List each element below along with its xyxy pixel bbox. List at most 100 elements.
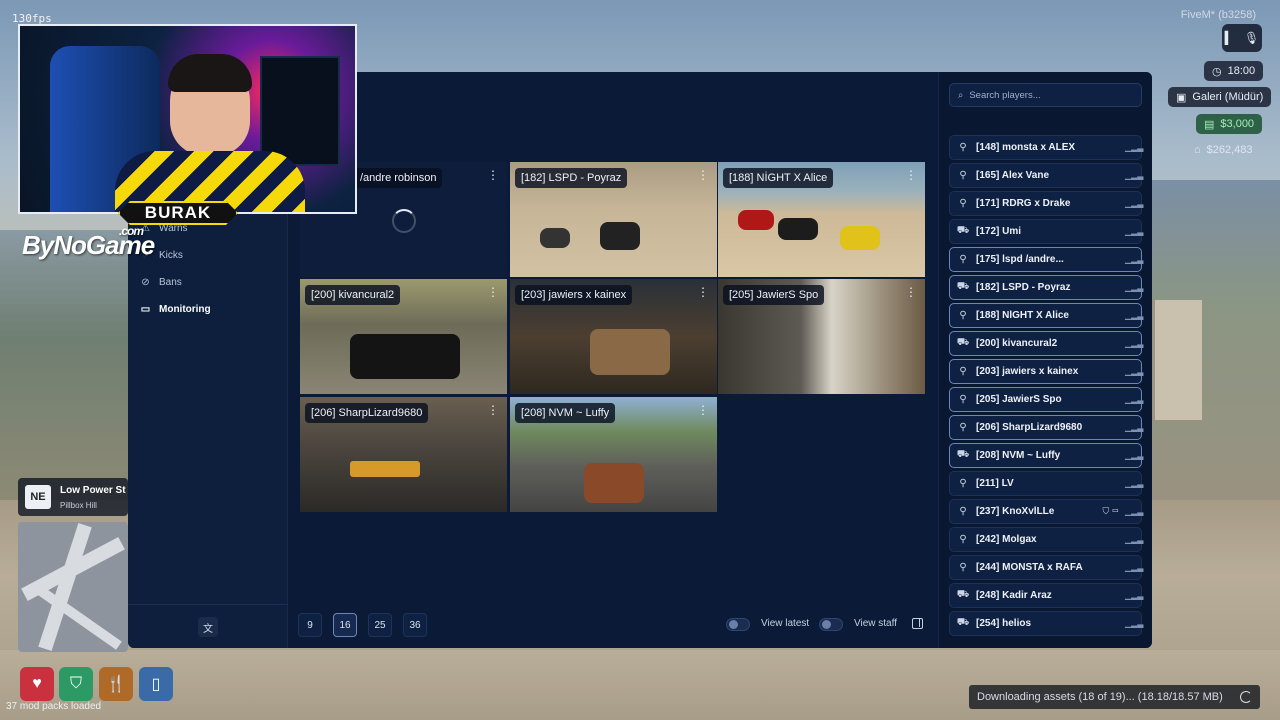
- player-row[interactable]: ⛟ [208] NVM ~ Luffy ▁▂▃: [949, 443, 1143, 468]
- cash-amount: $3,000: [1220, 118, 1255, 130]
- bank-icon: ⌂: [1194, 144, 1201, 156]
- location-display: NE Low Power St Pillbox Hill: [18, 478, 128, 516]
- page-size-9[interactable]: 9: [298, 613, 322, 637]
- player-row[interactable]: ⚲ [203] jawiers x kainex ▁▂▃: [949, 359, 1144, 384]
- view-staff-toggle[interactable]: [819, 618, 843, 631]
- more-icon[interactable]: ⋮: [697, 286, 709, 298]
- monitor-tile[interactable]: [206] SharpLizard9680 ⋮: [300, 397, 507, 512]
- game-world-building: [1152, 300, 1202, 420]
- signal-icon: ▁▂▃: [1125, 535, 1144, 544]
- player-row[interactable]: ⚲ [244] MONSTA x RAFA ▁▂▃: [949, 555, 1143, 580]
- more-icon[interactable]: ⋮: [697, 169, 709, 181]
- monitor-tile[interactable]: [208] NVM ~ Luffy ⋮: [510, 397, 717, 512]
- player-name: [248] Kadir Araz: [976, 590, 1052, 601]
- clock-pill: ◷ 18:00: [1204, 61, 1264, 81]
- hunger-icon: 🍴: [99, 667, 133, 701]
- walk-icon: ⚲: [959, 534, 967, 545]
- signal-icon: ▁▂▃: [1125, 367, 1144, 376]
- watermark-logo: ByNoGame .com: [22, 224, 155, 261]
- car-icon: ⛟: [956, 449, 970, 460]
- player-row[interactable]: ⚲ [211] LV ▁▂▃: [949, 471, 1143, 496]
- player-row[interactable]: ⚲ [237] KnoXvlLLe ⛉ ▭ ▁▂▃: [949, 499, 1143, 524]
- player-row[interactable]: ⛟ [254] helios ▁▂▃: [949, 611, 1144, 636]
- search-placeholder: Search players...: [969, 89, 1041, 101]
- game-world-left: [0, 230, 130, 500]
- loading-spinner: [392, 209, 416, 233]
- player-row[interactable]: ⛟ [200] kivancural2 ▁▂▃: [949, 331, 1143, 356]
- player-name: [211] LV: [976, 478, 1014, 489]
- page-size-25[interactable]: 25: [368, 613, 392, 637]
- view-staff-label: View staff: [854, 618, 897, 629]
- more-icon[interactable]: ⋮: [487, 169, 499, 181]
- car-icon: ⛟: [956, 337, 970, 348]
- tile-label: [182] LSPD - Poyraz: [515, 168, 628, 188]
- sidebar-item-kicks[interactable]: ◔ Kicks: [138, 244, 278, 266]
- player-row[interactable]: ⚲ [165] Alex Vane ▁▂▃: [949, 163, 1143, 188]
- monitor-tile[interactable]: [203] jawiers x kainex ⋮: [510, 279, 717, 394]
- translate-icon[interactable]: 文: [198, 617, 218, 637]
- player-row[interactable]: ⚲ [188] NİGHT X Alice ▁▂▃: [949, 303, 1144, 328]
- player-row[interactable]: ⚲ [205] JawierS Spo ▁▂▃: [949, 387, 1144, 412]
- more-icon[interactable]: ⋮: [487, 286, 499, 298]
- player-name: [171] RDRG x Drake: [976, 198, 1071, 209]
- player-row[interactable]: ⚲ [148] monsta x ALEX ▁▂▃: [949, 135, 1144, 160]
- page-size-16[interactable]: 16: [333, 613, 357, 637]
- clock-time: 18:00: [1227, 65, 1256, 77]
- player-name: [206] SharpLizard9680: [976, 422, 1083, 433]
- player-name: [182] LSPD - Poyraz: [976, 282, 1071, 293]
- player-row[interactable]: ⛟ [182] LSPD - Poyraz ▁▂▃: [949, 275, 1143, 300]
- search-input[interactable]: ⌕ Search players...: [949, 83, 1142, 107]
- voice-indicator: ▍ 🎙: [1222, 24, 1262, 52]
- monitor-tile[interactable]: [188] NİGHT X Alice ⋮: [718, 162, 925, 277]
- ban-icon: ⊘: [141, 276, 150, 288]
- street-name: Low Power St: [60, 485, 126, 496]
- page-size-36[interactable]: 36: [403, 613, 427, 637]
- walk-icon: ⚲: [959, 170, 967, 181]
- health-icon: ♥: [20, 667, 54, 701]
- player-row[interactable]: ⛟ [248] Kadir Araz ▁▂▃: [949, 583, 1143, 608]
- walk-icon: ⚲: [959, 394, 967, 405]
- sidebar-layout-icon[interactable]: [912, 618, 923, 629]
- more-icon[interactable]: ⋮: [905, 169, 917, 181]
- bank-amount: $262,483: [1206, 144, 1253, 156]
- player-row[interactable]: ⛟ [172] Umi ▁▂▃: [949, 219, 1143, 244]
- tile-label: [206] SharpLizard9680: [305, 403, 429, 423]
- monitor-tile[interactable]: [182] LSPD - Poyraz ⋮: [510, 162, 717, 277]
- signal-icon: ▁▂▃: [1125, 395, 1144, 404]
- bar-icon: ▍: [1224, 31, 1234, 45]
- player-row[interactable]: ⚲ [175] lspd /andre... ▁▂▃: [949, 247, 1143, 272]
- more-icon[interactable]: ⋮: [905, 286, 917, 298]
- monitor-tile[interactable]: [200] kivancural2 ⋮: [300, 279, 507, 394]
- sidebar-item-label: Bans: [159, 276, 182, 288]
- sidebar-item-bans[interactable]: ⊘ Bans: [138, 271, 278, 293]
- tile-label: /andre robinson: [354, 168, 443, 188]
- walk-icon: ⚲: [959, 366, 967, 377]
- watermark-suffix: .com: [119, 224, 144, 238]
- player-name: [172] Umi: [976, 226, 1022, 237]
- player-name: [205] JawierS Spo: [976, 394, 1062, 405]
- job-label: Galeri (Müdür): [1192, 91, 1264, 103]
- staff-badge-icons: ⛉ ▭: [1102, 506, 1119, 516]
- walk-icon: ⚲: [959, 478, 967, 489]
- monitor-icon: ▭: [140, 303, 151, 315]
- signal-icon: ▁▂▃: [1125, 619, 1144, 628]
- car-icon: ⛟: [956, 225, 970, 236]
- player-name: [175] lspd /andre...: [976, 254, 1064, 265]
- monitor-tile[interactable]: [205] JawierS Spo ⋮: [718, 279, 925, 394]
- player-row[interactable]: ⚲ [206] SharpLizard9680 ▁▂▃: [949, 415, 1143, 440]
- player-row[interactable]: ⚲ [242] Molgax ▁▂▃: [949, 527, 1144, 552]
- fivem-build: FiveM* (b3258): [1180, 9, 1256, 21]
- armor-icon: ⛉: [59, 667, 93, 701]
- player-list-panel: ⌕ Search players... ⚲ [148] monsta x ALEX…: [938, 72, 1152, 648]
- view-latest-toggle[interactable]: [726, 618, 750, 631]
- walk-icon: ⚲: [959, 254, 967, 265]
- sidebar-item-monitoring[interactable]: ▭ Monitoring: [138, 298, 278, 320]
- more-icon[interactable]: ⋮: [487, 404, 499, 416]
- more-icon[interactable]: ⋮: [697, 404, 709, 416]
- player-row[interactable]: ⚲ [171] RDRG x Drake ▁▂▃: [949, 191, 1143, 216]
- sidebar-item-label: Kicks: [159, 249, 183, 261]
- player-name: [165] Alex Vane: [976, 170, 1050, 181]
- signal-icon: ▁▂▃: [1125, 311, 1144, 320]
- signal-icon: ▁▂▃: [1125, 143, 1144, 152]
- tile-label: [203] jawiers x kainex: [515, 285, 633, 305]
